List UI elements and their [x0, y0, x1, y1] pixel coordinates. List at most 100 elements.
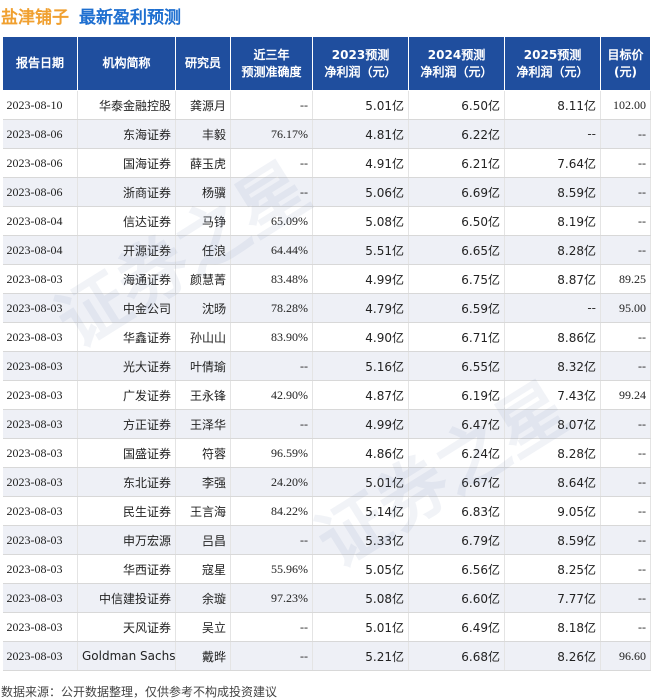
target-price-cell: -- [600, 409, 651, 439]
analyst-cell: 任浪 [175, 235, 231, 265]
accuracy-cell: 65.09% [230, 206, 313, 236]
header-text-line: 净利润（元） [324, 64, 397, 79]
report-date-cell: 2023-08-03 [2, 641, 78, 671]
target-price-cell: -- [600, 148, 651, 178]
header-text-line: 2025预测 [523, 47, 582, 62]
forecast-2024-cell: 6.50亿 [408, 90, 505, 120]
analyst-cell: 龚源月 [175, 90, 231, 120]
header-2023-forecast: 2023预测 净利润（元） [312, 36, 409, 91]
analyst-cell: 马铮 [175, 206, 231, 236]
institution-cell: 信达证券 [77, 206, 176, 236]
institution-cell: 民生证券 [77, 496, 176, 526]
accuracy-cell: 84.22% [230, 496, 313, 526]
report-date-cell: 2023-08-03 [2, 409, 78, 439]
target-price-cell: -- [600, 554, 651, 584]
accuracy-cell: 78.28% [230, 293, 313, 323]
forecast-table: 报告日期 机构简称 研究员 近三年 预测准确度 2023预测 净利润（元） 2024预测 净利润… [2, 36, 651, 671]
analyst-cell: 寇星 [175, 554, 231, 584]
target-price-cell: -- [600, 351, 651, 381]
report-date-cell: 2023-08-06 [2, 119, 78, 149]
forecast-2024-cell: 6.75亿 [408, 264, 505, 294]
header-target-price: 目标价 (元) [600, 36, 651, 91]
table-row: 2023-08-03 中金公司 沈旸 78.28% 4.79亿 6.59亿 -- 95.00 [2, 293, 651, 323]
analyst-cell: 符蓉 [175, 438, 231, 468]
forecast-2023-cell: 5.06亿 [312, 177, 409, 207]
target-price-cell: -- [600, 322, 651, 352]
table-row: 2023-08-03 华鑫证券 孙山山 83.90% 4.90亿 6.71亿 8.86亿 -- [2, 322, 651, 352]
header-accuracy: 近三年 预测准确度 [230, 36, 313, 91]
institution-cell: 申万宏源 [77, 525, 176, 555]
accuracy-cell: -- [230, 90, 313, 120]
forecast-2023-cell: 5.21亿 [312, 641, 409, 671]
forecast-2025-cell: 8.64亿 [504, 467, 601, 497]
institution-cell: 光大证券 [77, 351, 176, 381]
forecast-2023-cell: 4.90亿 [312, 322, 409, 352]
report-date-cell: 2023-08-03 [2, 612, 78, 642]
forecast-2025-cell: 8.11亿 [504, 90, 601, 120]
header-2025-forecast: 2025预测 净利润（元） [504, 36, 601, 91]
table-row: 2023-08-03 光大证券 叶倩瑜 -- 5.16亿 6.55亿 8.32亿 -- [2, 351, 651, 381]
forecast-2025-cell: 8.86亿 [504, 322, 601, 352]
forecast-2023-cell: 4.86亿 [312, 438, 409, 468]
forecast-2024-cell: 6.55亿 [408, 351, 505, 381]
table-row: 2023-08-06 国海证券 薛玉虎 -- 4.91亿 6.21亿 7.64亿 -- [2, 148, 651, 178]
forecast-2023-cell: 5.01亿 [312, 90, 409, 120]
table-row: 2023-08-03 Goldman Sachs 戴晔 -- 5.21亿 6.68亿 8.2… [2, 641, 651, 671]
header-text-line: 2023预测 [331, 47, 390, 62]
target-price-cell: -- [600, 467, 651, 497]
target-price-cell: 99.24 [600, 380, 651, 410]
forecast-2025-cell: 8.07亿 [504, 409, 601, 439]
header-text-line: 预测准确度 [241, 64, 302, 79]
forecast-2023-cell: 5.16亿 [312, 351, 409, 381]
analyst-cell: 戴晔 [175, 641, 231, 671]
page-title: 盐津铺子 最新盈利预测 [1, 3, 181, 28]
target-price-cell: 95.00 [600, 293, 651, 323]
report-date-cell: 2023-08-03 [2, 467, 78, 497]
forecast-2025-cell: 9.05亿 [504, 496, 601, 526]
target-price-cell: -- [600, 177, 651, 207]
forecast-2025-cell: 8.28亿 [504, 235, 601, 265]
accuracy-cell: 76.17% [230, 119, 313, 149]
accuracy-cell: 55.96% [230, 554, 313, 584]
forecast-2024-cell: 6.67亿 [408, 467, 505, 497]
analyst-cell: 薛玉虎 [175, 148, 231, 178]
accuracy-cell: -- [230, 612, 313, 642]
report-date-cell: 2023-08-04 [2, 206, 78, 236]
analyst-cell: 叶倩瑜 [175, 351, 231, 381]
analyst-cell: 吴立 [175, 612, 231, 642]
analyst-cell: 丰毅 [175, 119, 231, 149]
forecast-2023-cell: 5.08亿 [312, 583, 409, 613]
institution-cell: 华西证券 [77, 554, 176, 584]
accuracy-cell: 83.90% [230, 322, 313, 352]
forecast-2024-cell: 6.69亿 [408, 177, 505, 207]
forecast-2025-cell: 8.32亿 [504, 351, 601, 381]
accuracy-cell: -- [230, 409, 313, 439]
report-date-cell: 2023-08-03 [2, 322, 78, 352]
accuracy-cell: -- [230, 177, 313, 207]
accuracy-cell: 64.44% [230, 235, 313, 265]
forecast-2023-cell: 5.01亿 [312, 612, 409, 642]
forecast-2025-cell: 7.77亿 [504, 583, 601, 613]
header-institution: 机构简称 [77, 36, 176, 91]
table-row: 2023-08-03 海通证券 颜慧菁 83.48% 4.99亿 6.75亿 8.87亿 89… [2, 264, 651, 294]
stock-name: 盐津铺子 [1, 8, 69, 28]
forecast-2024-cell: 6.49亿 [408, 612, 505, 642]
target-price-cell: 102.00 [600, 90, 651, 120]
forecast-2025-cell: 8.19亿 [504, 206, 601, 236]
table-header-row: 报告日期 机构简称 研究员 近三年 预测准确度 2023预测 净利润（元） 2024预测 净利润… [2, 36, 651, 91]
target-price-cell: -- [600, 583, 651, 613]
forecast-2023-cell: 4.87亿 [312, 380, 409, 410]
forecast-2024-cell: 6.79亿 [408, 525, 505, 555]
report-date-cell: 2023-08-03 [2, 293, 78, 323]
forecast-2025-cell: 8.87亿 [504, 264, 601, 294]
analyst-cell: 颜慧菁 [175, 264, 231, 294]
accuracy-cell: -- [230, 525, 313, 555]
table-row: 2023-08-03 申万宏源 吕昌 -- 5.33亿 6.79亿 8.59亿 -- [2, 525, 651, 555]
target-price-cell: 89.25 [600, 264, 651, 294]
report-date-cell: 2023-08-03 [2, 525, 78, 555]
accuracy-cell: 96.59% [230, 438, 313, 468]
forecast-2023-cell: 5.51亿 [312, 235, 409, 265]
forecast-2024-cell: 6.21亿 [408, 148, 505, 178]
table-row: 2023-08-03 国盛证券 符蓉 96.59% 4.86亿 6.24亿 8.28亿 -- [2, 438, 651, 468]
table-row: 2023-08-03 方正证券 王泽华 -- 4.99亿 6.47亿 8.07亿 -- [2, 409, 651, 439]
